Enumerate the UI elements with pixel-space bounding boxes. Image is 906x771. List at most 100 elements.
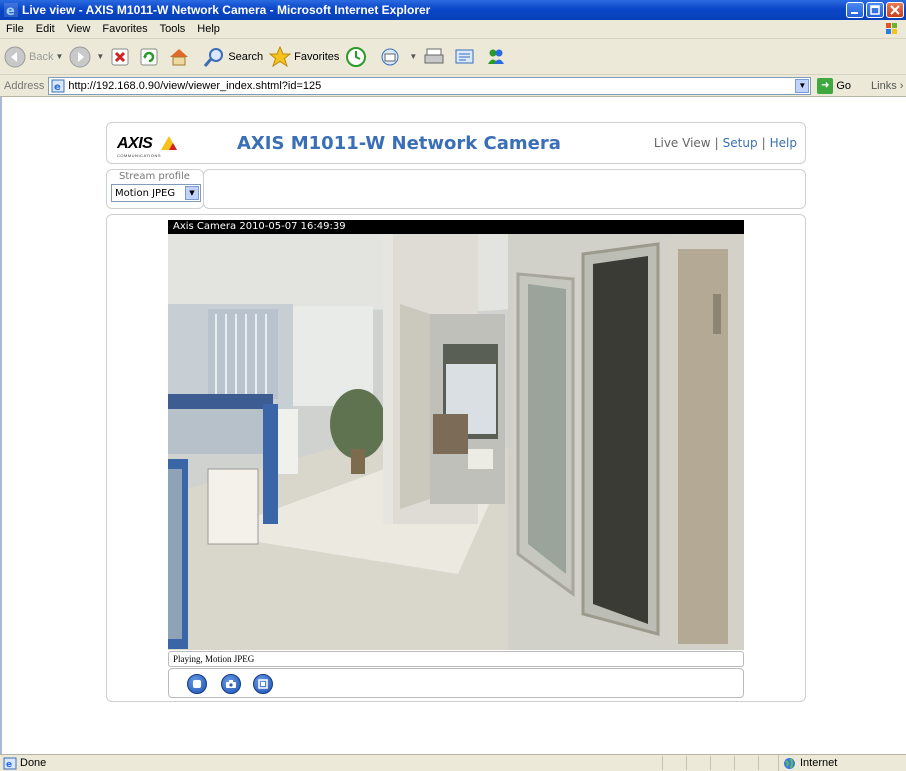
back-icon bbox=[4, 46, 26, 67]
menu-bar: File Edit View Favorites Tools Help bbox=[0, 20, 906, 39]
nav-help[interactable]: Help bbox=[770, 136, 797, 150]
close-button[interactable] bbox=[886, 2, 904, 18]
status-pane bbox=[686, 756, 710, 770]
stream-profile-panel: Stream profile Motion JPEG ▼ bbox=[106, 169, 204, 209]
nav-live-view[interactable]: Live View bbox=[654, 136, 711, 150]
chevron-down-icon[interactable]: ▼ bbox=[185, 186, 199, 200]
refresh-button[interactable] bbox=[139, 47, 162, 67]
refresh-icon bbox=[140, 48, 158, 65]
ie-logo-icon: e bbox=[4, 3, 18, 17]
edit-button[interactable] bbox=[454, 47, 479, 67]
status-pane bbox=[734, 756, 758, 770]
history-button[interactable] bbox=[345, 46, 370, 68]
maximize-button[interactable] bbox=[866, 2, 884, 18]
address-bar: Address e http://192.168.0.90/view/viewe… bbox=[0, 75, 906, 97]
menu-help[interactable]: Help bbox=[191, 23, 226, 35]
go-label: Go bbox=[836, 79, 852, 92]
mail-button[interactable]: ▼ bbox=[380, 47, 417, 67]
status-bar: e Done Internet bbox=[0, 754, 906, 771]
svg-text:e: e bbox=[54, 82, 61, 93]
svg-text:e: e bbox=[6, 760, 12, 770]
stop-video-icon bbox=[193, 680, 201, 688]
stream-profile-label: Stream profile bbox=[119, 171, 190, 182]
links-button[interactable]: Links › bbox=[871, 80, 903, 92]
history-icon bbox=[346, 46, 367, 67]
stop-video-button[interactable] bbox=[187, 674, 207, 694]
window-title: Live view - AXIS M1011-W Network Camera … bbox=[22, 3, 431, 17]
stream-profile-value: Motion JPEG bbox=[115, 187, 176, 199]
status-text: Done bbox=[20, 757, 47, 769]
back-button[interactable]: Back ▼ bbox=[4, 46, 63, 68]
mail-icon bbox=[381, 48, 399, 65]
maximize-icon bbox=[870, 5, 880, 15]
window-titlebar[interactable]: e Live view - AXIS M1011-W Network Camer… bbox=[0, 0, 906, 20]
menu-file[interactable]: File bbox=[0, 23, 30, 35]
mail-dropdown-icon[interactable]: ▼ bbox=[409, 52, 417, 61]
status-pane bbox=[662, 756, 686, 770]
address-input[interactable]: e http://192.168.0.90/view/viewer_index.… bbox=[48, 76, 812, 95]
windows-flag-icon bbox=[886, 23, 897, 34]
snapshot-icon bbox=[226, 680, 236, 688]
status-panes bbox=[662, 756, 782, 770]
address-dropdown-icon[interactable]: ▼ bbox=[795, 78, 810, 93]
forward-button[interactable]: ▼ bbox=[69, 46, 104, 68]
fullscreen-button[interactable] bbox=[253, 674, 273, 694]
menu-favorites[interactable]: Favorites bbox=[96, 23, 153, 35]
search-label: Search bbox=[228, 50, 264, 63]
search-button[interactable]: Search bbox=[203, 46, 263, 68]
page-title: AXIS M1011-W Network Camera bbox=[237, 133, 561, 154]
globe-icon bbox=[784, 757, 795, 769]
snapshot-button[interactable] bbox=[221, 674, 241, 694]
print-icon bbox=[424, 48, 444, 63]
menu-tools[interactable]: Tools bbox=[154, 23, 192, 35]
address-url: http://192.168.0.90/view/viewer_index.sh… bbox=[68, 79, 322, 92]
top-navigation: Live View | Setup | Help bbox=[654, 136, 797, 150]
video-status-text: Playing, Motion JPEG bbox=[168, 651, 744, 667]
video-overlay-text: Axis Camera 2010-05-07 16:49:39 bbox=[168, 220, 744, 234]
address-label: Address bbox=[4, 79, 45, 92]
home-icon bbox=[170, 48, 189, 65]
nav-setup[interactable]: Setup bbox=[723, 136, 758, 150]
stream-profile-select[interactable]: Motion JPEG ▼ bbox=[111, 184, 201, 202]
go-arrow-icon: ➜ bbox=[817, 77, 834, 94]
live-video-image[interactable] bbox=[168, 234, 744, 650]
edit-icon bbox=[455, 49, 474, 63]
links-label: Links bbox=[871, 79, 897, 92]
security-zone[interactable]: Internet bbox=[778, 755, 837, 771]
favorites-button[interactable]: Favorites bbox=[269, 45, 340, 68]
nav-separator: | bbox=[761, 136, 766, 150]
forward-dropdown-icon[interactable]: ▼ bbox=[96, 52, 104, 61]
toolbar: Back ▼ ▼ Search Favorites ▼ bbox=[0, 39, 906, 75]
axis-logo-text: AXIS bbox=[117, 135, 153, 152]
page-icon: e bbox=[3, 757, 17, 770]
nav-separator: | bbox=[714, 136, 719, 150]
favorites-label: Favorites bbox=[294, 50, 340, 63]
status-pane bbox=[710, 756, 734, 770]
minimize-button[interactable] bbox=[846, 2, 864, 18]
search-icon bbox=[204, 47, 224, 67]
home-button[interactable] bbox=[168, 47, 193, 67]
favorites-star-icon bbox=[269, 45, 292, 67]
video-controls bbox=[168, 668, 744, 698]
menu-edit[interactable]: Edit bbox=[30, 23, 61, 35]
back-dropdown-icon[interactable]: ▼ bbox=[55, 52, 63, 61]
messenger-button[interactable] bbox=[485, 47, 510, 67]
stop-button[interactable] bbox=[110, 47, 133, 67]
menu-view[interactable]: View bbox=[61, 23, 97, 35]
back-label: Back bbox=[29, 50, 54, 63]
axis-logo: AXIS COMMUNICATIONS bbox=[117, 135, 177, 158]
axis-triangle-icon bbox=[161, 136, 177, 150]
forward-icon bbox=[69, 46, 91, 67]
go-button[interactable]: ➜ Go bbox=[817, 77, 852, 94]
fullscreen-icon bbox=[258, 679, 268, 689]
stop-icon bbox=[111, 48, 129, 65]
svg-text:e: e bbox=[6, 4, 15, 17]
profile-toolbar-panel bbox=[203, 169, 806, 209]
page-icon: e bbox=[51, 79, 65, 93]
status-done: e Done bbox=[0, 757, 46, 770]
minimize-icon bbox=[851, 12, 858, 14]
page-header: AXIS COMMUNICATIONS AXIS M1011-W Network… bbox=[106, 122, 806, 164]
close-icon bbox=[890, 5, 900, 15]
zone-label: Internet bbox=[800, 757, 838, 769]
print-button[interactable] bbox=[423, 47, 448, 67]
